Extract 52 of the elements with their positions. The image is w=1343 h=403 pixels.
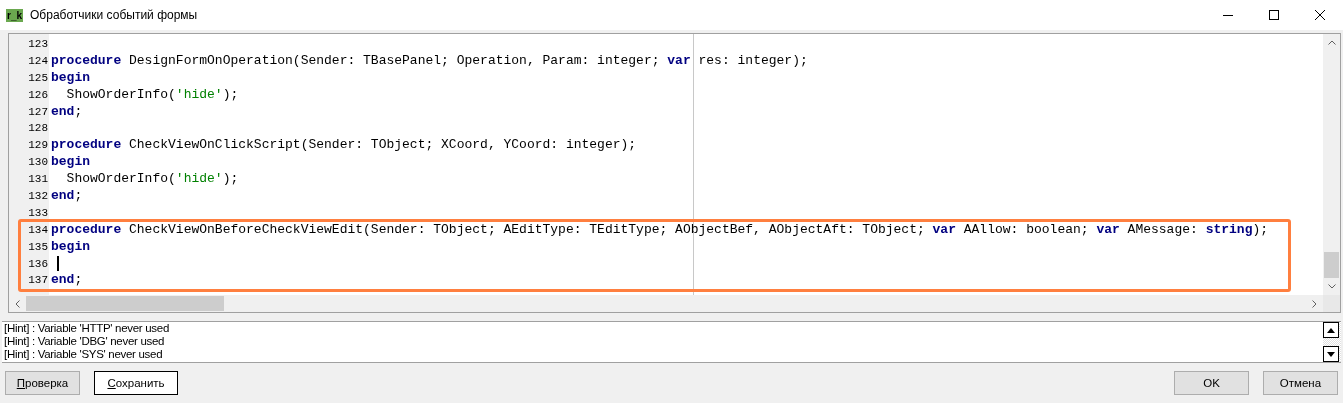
line-number: 133 xyxy=(27,205,49,221)
scrollbar-corner xyxy=(1323,295,1340,312)
line-number: 130 xyxy=(27,155,49,171)
vertical-scrollbar[interactable] xyxy=(1323,34,1340,295)
chevron-up-icon[interactable] xyxy=(1327,40,1336,45)
hint-message: [Hint] : Variable 'HTTP' never used xyxy=(4,322,170,335)
close-icon xyxy=(1315,10,1325,20)
line-number: 128 xyxy=(27,121,49,137)
line-number: 136 xyxy=(27,256,49,272)
scrollbar-thumb[interactable] xyxy=(1324,252,1339,278)
hint-message: [Hint] : Variable 'SYS' never used xyxy=(4,348,164,361)
chevron-right-icon[interactable] xyxy=(1312,299,1317,308)
line-number: 129 xyxy=(27,138,49,154)
scroll-down-button[interactable] xyxy=(1323,346,1339,362)
code-line: procedure CheckViewOnClickScript(Sender: TObject; XCoord, YCoord: integer); xyxy=(51,137,637,155)
line-number: 124 xyxy=(27,53,49,69)
code-line: begin xyxy=(51,69,90,87)
chevron-left-icon[interactable] xyxy=(15,299,20,308)
code-line: end; xyxy=(51,188,83,205)
maximize-icon xyxy=(1269,10,1279,20)
scrollbar-thumb[interactable] xyxy=(26,296,224,311)
line-number: 125 xyxy=(27,70,49,86)
dialog-button[interactable]: Сохранить xyxy=(94,371,178,395)
code-editor[interactable] xyxy=(8,33,1341,313)
line-number: 135 xyxy=(27,239,49,255)
dialog-button[interactable]: Проверка xyxy=(5,371,80,395)
horizontal-scrollbar[interactable] xyxy=(9,295,1323,312)
window-title: Обработчики событий формы xyxy=(30,8,199,22)
chevron-down-icon[interactable] xyxy=(1327,284,1336,289)
line-number: 134 xyxy=(27,222,49,238)
triangle-up-icon xyxy=(1327,327,1335,333)
line-number: 123 xyxy=(27,37,49,52)
line-number: 127 xyxy=(27,104,49,120)
code-line: ShowOrderInfo('hide'); xyxy=(65,86,239,104)
code-line: ShowOrderInfo('hide'); xyxy=(65,171,239,188)
scroll-up-button[interactable] xyxy=(1323,322,1339,338)
dialog-button[interactable]: OK xyxy=(1174,371,1249,395)
code-line: procedure CheckViewOnBeforeCheckViewEdit(Sender: TObject; AEditType: TEditType; AObjectBef, AObjectAft: TObject; var AAllow: boolean; var AMessage: string); xyxy=(51,221,1269,239)
hint-message: [Hint] : Variable 'DBG' never used xyxy=(4,335,166,348)
line-number: 137 xyxy=(27,273,49,289)
code-line: procedure DesignFormOnOperation(Sender: TBasePanel; Operation, Param: integer; var res: integer); xyxy=(51,52,808,70)
code-line: end; xyxy=(51,103,83,121)
triangle-down-icon xyxy=(1327,351,1335,357)
code-line: end; xyxy=(51,272,83,290)
dialog-button[interactable]: Отмена xyxy=(1263,371,1338,395)
line-number: 132 xyxy=(27,189,49,204)
app-icon: r_k xyxy=(6,8,23,22)
minimize-icon xyxy=(1223,14,1233,16)
line-number: 126 xyxy=(27,87,49,103)
line-number: 131 xyxy=(27,172,49,188)
code-line: begin xyxy=(51,154,90,172)
code-line: begin xyxy=(51,238,90,256)
